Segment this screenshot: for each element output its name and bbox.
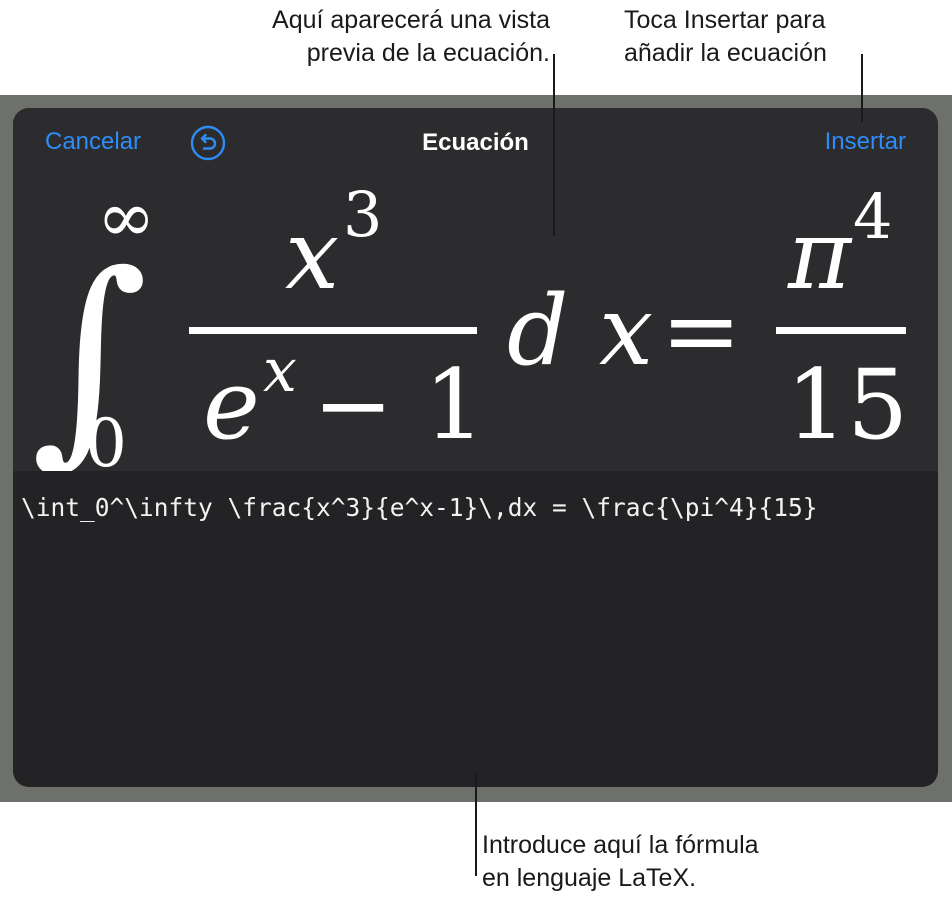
callout-preview-line-2: previa de la ecuación. [306, 39, 550, 67]
rhs-numerator-exponent: 4 [853, 180, 892, 253]
callout-preview-line-1: Aquí aparecerá una vista [272, 6, 550, 34]
fraction-bar-main [189, 327, 477, 334]
callout-latex-line-1: Introduce aquí la fórmula [482, 831, 759, 859]
numerator-exponent: 3 [343, 178, 382, 251]
latex-input[interactable]: \int_0^\infty \frac{x^3}{e^x-1}\,dx = \f… [21, 493, 926, 522]
callout-leader-insert [861, 54, 863, 122]
insert-button[interactable]: Insertar [825, 128, 906, 156]
equation-editor-panel: Cancelar Ecuación Insertar ∫ ∞ 0 x 3 e x… [13, 108, 938, 787]
numerator-base: x [285, 199, 339, 311]
callout-leader-preview [553, 54, 555, 236]
callout-insert: Toca Insertar para añadir la ecuación [624, 4, 944, 70]
callout-preview: Aquí aparecerá una vista previa de la ec… [200, 4, 550, 70]
rhs-fraction-bar [776, 327, 906, 334]
equals-sign: = [661, 275, 741, 387]
callout-leader-latex [475, 772, 477, 876]
rhs-denominator: 15 [786, 349, 908, 461]
toolbar: Cancelar Ecuación Insertar [13, 108, 938, 180]
equation-render: ∫ ∞ 0 x 3 e x − 1 d x = π 4 15 [31, 176, 908, 471]
rhs-numerator-base: π [787, 199, 853, 311]
equation-preview: Cancelar Ecuación Insertar ∫ ∞ 0 x 3 e x… [13, 108, 938, 471]
callout-latex-line-2: en lenguaje LaTeX. [482, 864, 697, 892]
integral-upper-limit: ∞ [97, 176, 155, 258]
denominator-exponent: x [263, 336, 297, 406]
callout-latex: Introduce aquí la fórmula en lenguaje La… [482, 829, 922, 895]
toolbar-title: Ecuación [422, 129, 529, 156]
differential: d x [507, 275, 653, 387]
integral-lower-limit: 0 [85, 405, 127, 471]
denominator-base: e [203, 349, 260, 461]
callout-insert-line-2: añadir la ecuación [624, 39, 827, 67]
callout-insert-line-1: Toca Insertar para [624, 6, 826, 34]
denominator-rest: − 1 [313, 349, 485, 461]
